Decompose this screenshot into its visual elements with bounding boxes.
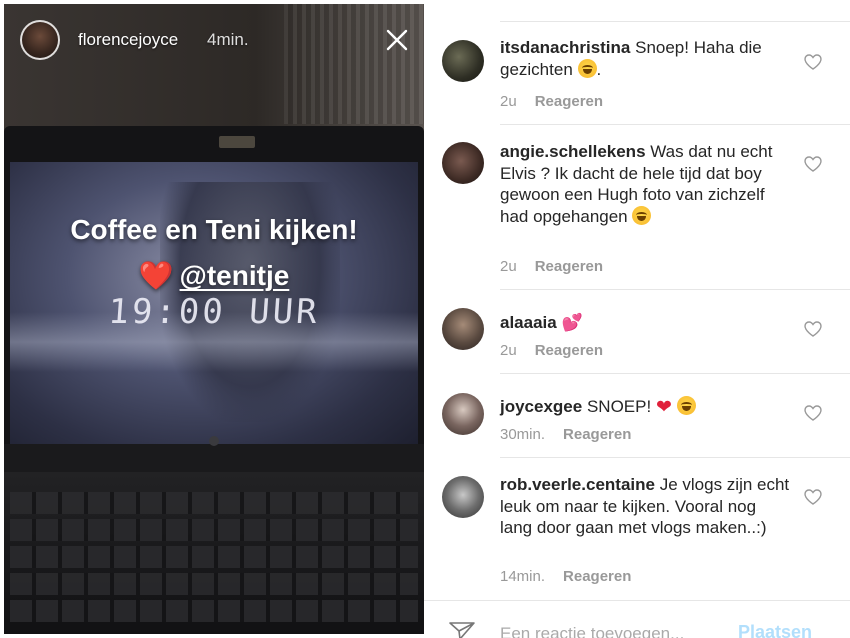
reply-button[interactable]: Reageren <box>535 93 603 110</box>
comment-username[interactable]: joycexgee <box>500 397 582 416</box>
avatar[interactable] <box>442 308 484 350</box>
heart-outline-icon[interactable] <box>804 156 822 172</box>
divider <box>500 289 850 290</box>
heart-emoji: ❤️ <box>138 260 174 291</box>
comment-username[interactable]: itsdanachristina <box>500 38 630 57</box>
story-background-wall <box>4 4 424 134</box>
post-button[interactable]: Plaatsen <box>738 622 812 638</box>
comment-username[interactable]: angie.schellekens <box>500 142 646 161</box>
heart-outline-icon[interactable] <box>804 321 822 337</box>
divider <box>500 124 850 125</box>
comment-input[interactable] <box>500 623 720 638</box>
comment-body: itsdanachristina Snoep! Haha die gezicht… <box>500 37 800 80</box>
comments-panel: itsdanachristina Snoep! Haha die gezicht… <box>424 0 850 638</box>
laughing-emoji <box>676 396 696 415</box>
laptop-keyboard <box>4 472 424 634</box>
comment-body: rob.veerle.centaine Je vlogs zijn echt l… <box>500 474 790 539</box>
comment-text: SNOEP! <box>586 397 652 416</box>
comment-body: angie.schellekens Was dat nu echt Elvis … <box>500 141 790 227</box>
divider <box>500 457 850 458</box>
comment-age: 2u <box>500 93 517 110</box>
laptop-hinge-logo <box>209 436 219 446</box>
heart-outline-icon[interactable] <box>804 405 822 421</box>
keyboard-keys <box>10 492 418 622</box>
comment-age: 14min. <box>500 568 546 585</box>
avatar[interactable] <box>442 40 484 82</box>
comment-age: 2u <box>500 342 517 359</box>
reply-button[interactable]: Reageren <box>535 258 603 275</box>
story-username[interactable]: florencejoyce <box>78 30 178 50</box>
reply-button[interactable]: Reageren <box>563 568 631 585</box>
comment-meta: 30min. Reageren <box>500 426 631 443</box>
story-timestamp: 4min. <box>207 30 249 49</box>
story-avatar[interactable] <box>20 20 60 60</box>
comment-meta: 2u Reageren <box>500 342 603 359</box>
story-viewer[interactable]: florencejoyce 4min. Coffee en Teni kijke… <box>4 4 424 634</box>
heart-outline-icon[interactable] <box>804 54 822 70</box>
wall-pattern <box>284 4 424 124</box>
avatar[interactable] <box>442 393 484 435</box>
reply-button[interactable]: Reageren <box>535 342 603 359</box>
story-mention[interactable]: ❤️ @tenitje <box>4 259 424 292</box>
comment-composer: Plaatsen <box>424 600 850 638</box>
comment-text-suffix: . <box>596 59 602 79</box>
comment-meta: 2u Reageren <box>500 93 603 110</box>
comment-username[interactable]: alaaaia <box>500 313 557 332</box>
sparkling-heart-emoji: 💕 <box>561 313 583 332</box>
laptop-brand-logo <box>219 136 255 148</box>
laughing-emoji <box>577 58 597 78</box>
comment-age: 30min. <box>500 426 546 443</box>
story-caption: Coffee en Teni kijken! <box>70 214 358 245</box>
divider <box>500 21 850 22</box>
close-icon[interactable] <box>385 28 409 52</box>
laptop-bezel <box>4 444 424 472</box>
divider <box>500 373 850 374</box>
mention-handle[interactable]: @tenitje <box>180 260 290 291</box>
reply-button[interactable]: Reageren <box>563 426 631 443</box>
comment-meta: 2u Reageren <box>500 258 603 275</box>
comment-body: joycexgee SNOEP! ❤ <box>500 396 800 419</box>
laughing-emoji <box>632 205 652 225</box>
comment-username[interactable]: rob.veerle.centaine <box>500 475 655 494</box>
avatar[interactable] <box>442 476 484 518</box>
heart-outline-icon[interactable] <box>804 489 822 505</box>
comment-age: 2u <box>500 258 517 275</box>
comment-body: alaaaia 💕 <box>500 312 800 334</box>
comment-meta: 14min. Reageren <box>500 568 631 585</box>
handwritten-time-note: 19:00 UUR <box>106 292 322 332</box>
heart-emoji: ❤ <box>655 397 672 418</box>
avatar[interactable] <box>442 142 484 184</box>
paper-plane-icon[interactable] <box>448 621 476 638</box>
